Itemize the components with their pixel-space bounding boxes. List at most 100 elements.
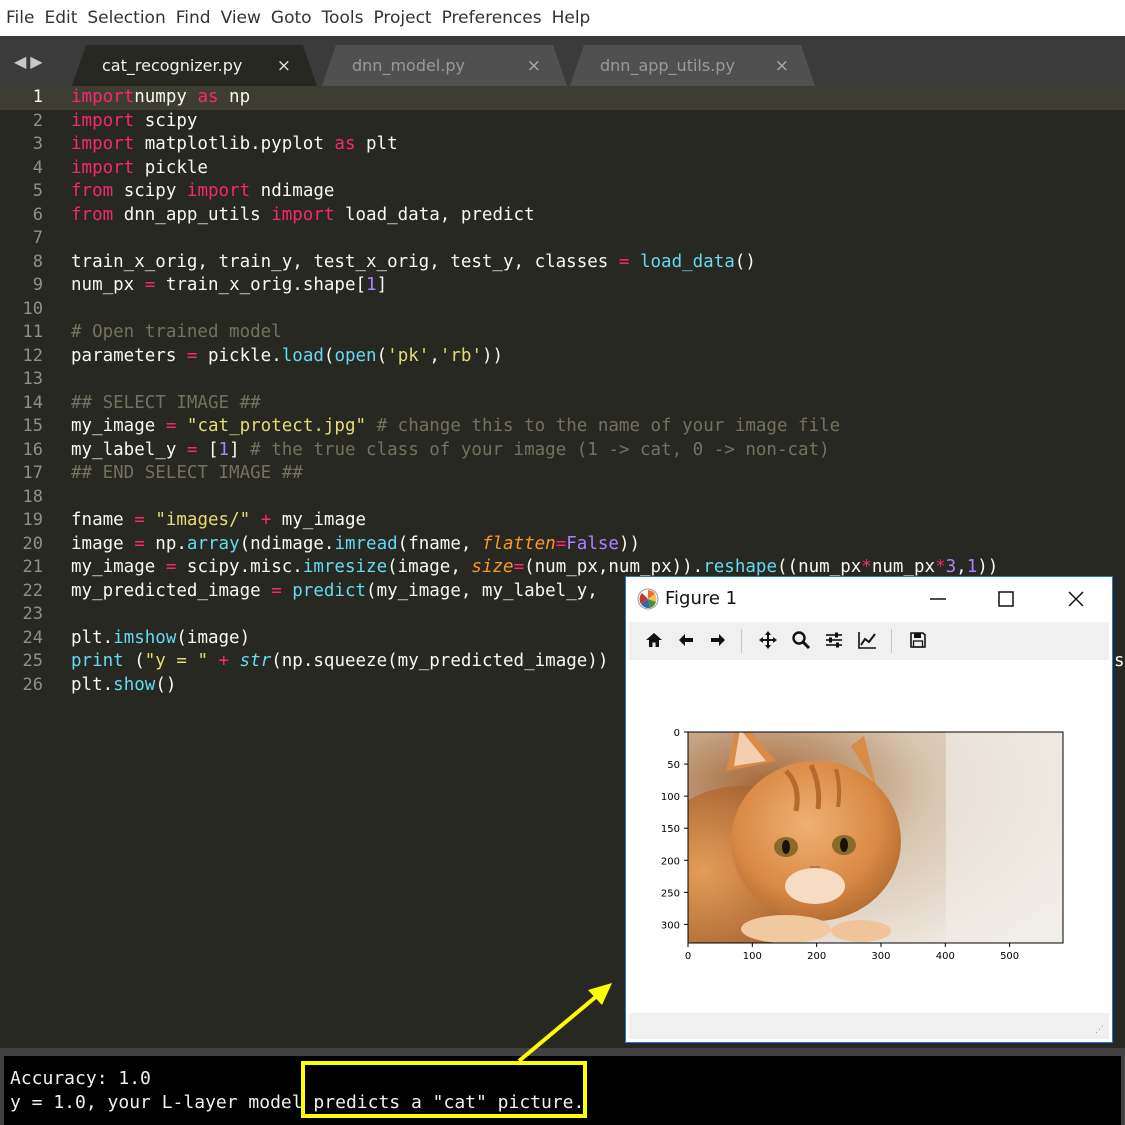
code-line[interactable]: 12 parameters = pickle.load(open('pk','rb… — [0, 345, 1125, 369]
close-icon[interactable]: × — [277, 56, 291, 76]
tab-dnn-model[interactable]: dnn_model.py × — [322, 45, 567, 86]
code-token: )) — [618, 533, 641, 554]
figure-window[interactable]: Figure 1 0 50 100 150 200 250 300 0 100 … — [625, 576, 1113, 1043]
figure-title-bar[interactable]: Figure 1 — [626, 577, 1112, 621]
cat-image — [688, 732, 1063, 943]
code-token: , — [429, 345, 440, 366]
code-token: pickle — [134, 157, 208, 178]
code-line[interactable]: 2 import scipy — [0, 110, 1125, 134]
code-line[interactable]: 16 my_label_y = [1] # the true class of y… — [0, 439, 1125, 463]
save-icon[interactable] — [907, 629, 929, 651]
code-token: import — [71, 110, 135, 131]
code-text: import scipy — [71, 110, 197, 134]
code-line[interactable]: 17 ## END SELECT IMAGE ## — [0, 462, 1125, 486]
tab-bar: ◀▶ dnn_app_utils.py × dnn_model.py × cat… — [0, 36, 1125, 86]
code-line[interactable]: 19 fname = "images/" + my_image — [0, 509, 1125, 533]
code-line[interactable]: 18 — [0, 486, 1125, 510]
figure-canvas[interactable]: 0 50 100 150 200 250 300 0 100 200 300 400 500 — [626, 661, 1112, 1015]
code-token: import — [186, 181, 251, 201]
code-token: imresize — [302, 557, 388, 577]
menu-item-help[interactable]: Help — [547, 8, 596, 28]
forward-arrow-icon[interactable] — [707, 629, 729, 651]
menu-item-view[interactable]: View — [216, 8, 266, 28]
tab-nav-arrows-icon[interactable]: ◀▶ — [14, 52, 47, 72]
code-token: scipy — [134, 110, 198, 131]
maximize-icon[interactable] — [992, 587, 1020, 611]
menu-item-project[interactable]: Project — [368, 8, 436, 28]
resize-grip-icon[interactable]: ⋰ — [1095, 1024, 1104, 1035]
code-token: print — [71, 651, 124, 671]
code-line[interactable]: 8 train_x_orig, train_y, test_x_orig, tes… — [0, 251, 1125, 275]
code-token: # Open trained model — [71, 322, 282, 342]
code-line[interactable]: 4 import pickle — [0, 157, 1125, 181]
code-token: 1 — [966, 557, 978, 577]
code-text: my_image = "cat_protect.jpg" # change th… — [71, 415, 840, 439]
tab-dnn-app-utils[interactable]: dnn_app_utils.py × — [570, 45, 815, 86]
code-text: importnumpy as np — [71, 86, 250, 110]
line-number: 18 — [22, 486, 43, 507]
code-token: () — [734, 251, 756, 272]
code-line[interactable]: 15 my_image = "cat_protect.jpg" # change … — [0, 415, 1125, 439]
menu-item-tools[interactable]: Tools — [317, 8, 369, 28]
menu-item-goto[interactable]: Goto — [266, 8, 317, 28]
code-text: from scipy import ndimage — [71, 180, 334, 204]
code-line[interactable]: 11 # Open trained model — [0, 321, 1125, 345]
code-token: 'pk' — [387, 345, 430, 366]
figure-toolbar — [629, 622, 1109, 660]
code-token: = — [186, 345, 198, 366]
code-token: from — [71, 204, 114, 225]
line-number: 15 — [22, 416, 43, 436]
code-line[interactable]: 1 importnumpy as np — [0, 86, 1125, 110]
code-token: load — [281, 345, 324, 366]
code-line[interactable]: 20 image = np.array(ndimage.imread(fname,… — [0, 533, 1125, 557]
home-icon[interactable] — [643, 629, 665, 651]
menu-item-preferences[interactable]: Preferences — [437, 8, 547, 28]
line-number: 9 — [32, 275, 43, 295]
menu-item-edit[interactable]: Edit — [39, 8, 82, 28]
code-token: np. — [144, 533, 187, 554]
code-line[interactable]: 5 from scipy import ndimage — [0, 180, 1125, 204]
code-token: (np.squeeze(my_predicted_image)) — [271, 651, 609, 671]
code-text: plt.show() — [71, 674, 176, 698]
tab-cat-recognizer[interactable]: cat_recognizer.py × — [72, 45, 317, 86]
code-line[interactable]: 13 — [0, 368, 1125, 392]
code-token: + — [260, 510, 272, 530]
code-token: str — [239, 651, 272, 671]
code-line[interactable]: 9 num_px = train_x_orig.shape[1] — [0, 274, 1125, 298]
code-line[interactable]: 14 ## SELECT IMAGE ## — [0, 392, 1125, 416]
pan-icon[interactable] — [757, 629, 779, 651]
code-line[interactable]: 6 from dnn_app_utils import load_data, pr… — [0, 204, 1125, 228]
code-line[interactable]: 10 — [0, 298, 1125, 322]
back-arrow-icon[interactable] — [675, 629, 697, 651]
menu-item-find[interactable]: Find — [171, 8, 216, 28]
code-token: = — [513, 557, 525, 577]
line-number: 1 — [32, 87, 43, 107]
close-icon[interactable]: × — [775, 56, 789, 76]
code-token: train_x_orig, train_y, test_x_orig, test… — [71, 251, 619, 272]
y-tick-label: 300 — [661, 920, 680, 931]
close-icon[interactable]: × — [527, 56, 541, 76]
menu-item-selection[interactable]: Selection — [82, 8, 170, 28]
line-number: 17 — [22, 463, 43, 483]
code-token: # the true class of your image (1 -> cat… — [250, 439, 830, 460]
menu-item-file[interactable]: File — [0, 8, 39, 28]
close-icon[interactable] — [1062, 587, 1090, 611]
code-token: from — [71, 181, 114, 201]
line-number: 8 — [32, 251, 43, 272]
code-token: * — [861, 557, 872, 577]
code-token: open — [334, 345, 377, 366]
minimize-icon[interactable] — [924, 587, 952, 611]
code-line[interactable]: 3 import matplotlib.pyplot as plt — [0, 133, 1125, 157]
code-token: = — [134, 510, 145, 530]
code-token: as — [334, 134, 356, 154]
code-token: parameters — [71, 345, 187, 366]
configure-subplots-icon[interactable] — [823, 629, 845, 651]
zoom-icon[interactable] — [790, 629, 812, 651]
code-line[interactable]: 7 — [0, 227, 1125, 251]
code-token: (fname, — [397, 533, 482, 554]
code-text: image = np.array(ndimage.imread(fname, f… — [71, 533, 640, 557]
edit-axes-icon[interactable] — [856, 629, 878, 651]
